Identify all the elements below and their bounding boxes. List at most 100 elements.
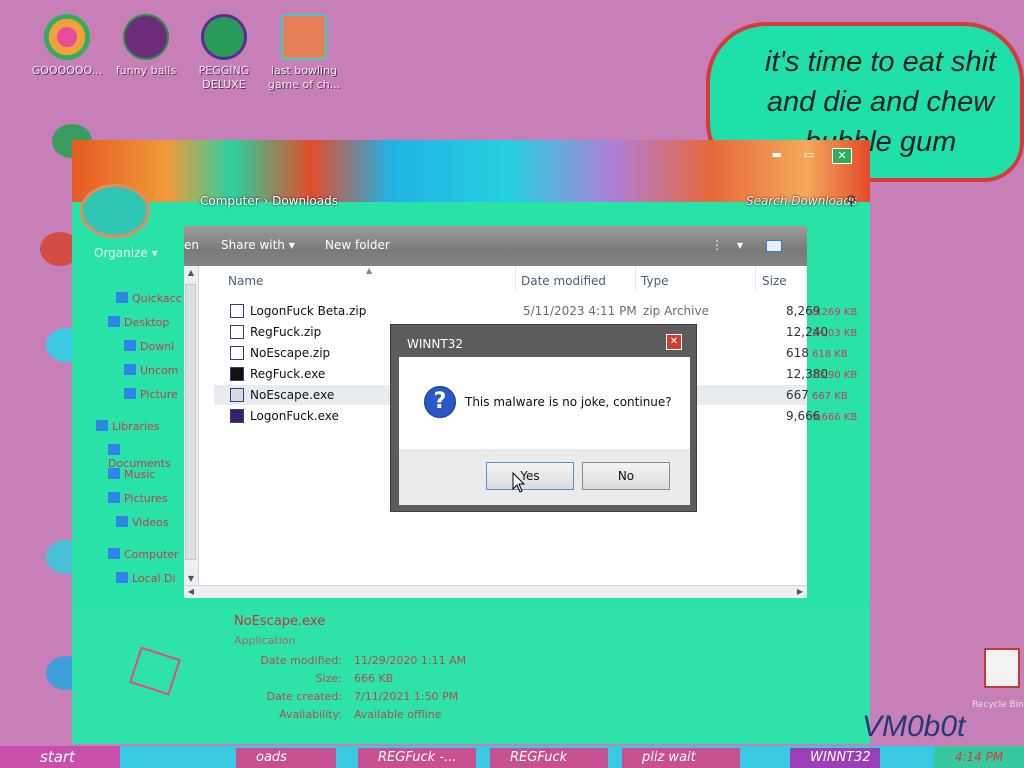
search-icon[interactable]: ⚲ — [846, 194, 856, 209]
regfuck-exe-icon — [230, 367, 244, 381]
new-folder-button[interactable]: New folder — [325, 238, 390, 252]
minimize-icon[interactable]: ▬ — [768, 148, 786, 162]
view-chevron-icon[interactable]: ▾ — [737, 238, 743, 252]
nav-item-desktop[interactable]: Desktop — [108, 316, 169, 329]
share-with-button[interactable]: Share with ▾ — [221, 238, 295, 252]
vertical-scrollbar[interactable]: ▲ ▼ — [184, 266, 199, 598]
scroll-right-icon[interactable]: ▶ — [793, 586, 807, 598]
recycle-bin-icon[interactable] — [984, 648, 1020, 688]
nav-item-label: Quickacc — [132, 292, 182, 305]
zip-file-icon — [230, 346, 244, 360]
nav-item-quickaccess[interactable]: Quickacc — [116, 292, 182, 305]
details-label: Date created: — [266, 690, 342, 703]
details-value: 11/29/2020 1:11 AM — [354, 654, 467, 667]
file-name: RegFuck.exe — [250, 367, 326, 381]
nav-item-music[interactable]: Music — [108, 468, 155, 481]
recycle-bin-label: Recycle Bin — [972, 700, 1024, 710]
nav-item-label: Desktop — [124, 316, 170, 329]
ghost-size-text: 23,90 KB — [812, 370, 858, 381]
close-icon[interactable]: ✕ — [832, 148, 852, 164]
nav-item-videos[interactable]: Videos — [116, 516, 169, 529]
ghost-size-text: 8,269 KB — [812, 307, 858, 318]
nav-item-local-disk[interactable]: Local Di — [116, 572, 176, 585]
navigation-pane: Quickacc Desktop Downl Uncom Picture Lib… — [72, 266, 184, 596]
taskbar-item-regfuck-2[interactable]: REGFuck — [490, 748, 608, 768]
dialog-message: This malware is no joke, continue? — [465, 395, 672, 409]
desktop-icon-label: GOOOOOO... — [31, 64, 103, 77]
folder-icon — [124, 388, 136, 399]
winnt32-dialog: WINNT32 ✕ ? This malware is no joke, con… — [390, 324, 697, 512]
file-row[interactable]: LogonFuck Beta.zip 5/11/2023 4:11 PM zip… — [214, 301, 820, 321]
column-header-date[interactable]: Date modified — [521, 274, 606, 288]
nav-item-downloads[interactable]: Downl — [124, 340, 174, 353]
column-header-type[interactable]: Type — [641, 274, 669, 288]
document-icon — [108, 444, 120, 455]
picture-icon — [108, 492, 120, 503]
nav-item-pictures[interactable]: Pictures — [108, 492, 168, 505]
drive-icon — [116, 572, 128, 583]
ghost-size-text: 618 KB — [812, 349, 848, 360]
taskbar-clock[interactable]: 4:14 PM — [934, 746, 1024, 768]
file-name: NoEscape.zip — [250, 346, 331, 360]
explorer-logo-icon — [80, 184, 150, 238]
details-value: Available offline — [354, 708, 442, 721]
taskbar-item-regfuck-1[interactable]: REGFuck -... — [358, 748, 476, 768]
video-icon — [116, 516, 128, 527]
dialog-body: ? This malware is no joke, continue? — [399, 357, 690, 449]
chevron-down-icon: ▾ — [288, 238, 295, 252]
column-header-name[interactable]: Name — [228, 274, 263, 288]
desktop-icon-label: funny balls — [115, 64, 177, 77]
ghost-size-text: 24,03 KB — [812, 328, 858, 339]
nav-item-label: Libraries — [112, 420, 160, 433]
scroll-down-icon[interactable]: ▼ — [184, 572, 198, 586]
no-button[interactable]: No — [582, 462, 670, 490]
taskbar-item-winnt32[interactable]: WINNT32 — [790, 748, 880, 768]
preview-pane-icon[interactable] — [766, 240, 782, 252]
download-icon — [124, 340, 136, 351]
horizontal-scrollbar[interactable]: ◀ ▶ — [184, 585, 807, 598]
taskbar-item-downloads[interactable]: oads — [236, 748, 336, 768]
yes-button[interactable]: Yes — [486, 462, 574, 490]
more-options-icon[interactable]: ⋮ — [711, 238, 723, 252]
file-size: 618 — [786, 346, 809, 360]
dialog-title: WINNT32 — [407, 337, 463, 351]
scroll-up-icon[interactable]: ▲ — [184, 266, 198, 280]
breadcrumb[interactable]: Computer › Downloads — [200, 194, 338, 208]
desktop-icon — [108, 316, 120, 327]
maximize-icon[interactable]: ▭ — [800, 148, 818, 162]
organize-button[interactable]: Organize ▾ — [94, 246, 158, 260]
file-name: RegFuck.zip — [250, 325, 322, 339]
search-input[interactable]: Search Downloads — [746, 194, 857, 208]
desktop-icon-funny-balls[interactable]: funny balls — [104, 14, 188, 78]
nav-item-label: Pictures — [124, 492, 168, 505]
file-name: NoEscape.exe — [250, 388, 335, 402]
scroll-left-icon[interactable]: ◀ — [184, 586, 198, 598]
application-thumbnail-icon — [129, 646, 181, 696]
star-icon — [116, 292, 128, 303]
file-name: LogonFuck.exe — [250, 409, 339, 423]
open-button[interactable]: en — [184, 238, 199, 252]
column-header-size[interactable]: Size — [762, 274, 787, 288]
address-bar[interactable]: Computer › Downloads Search Downloads ⚲ — [180, 190, 870, 214]
start-button[interactable]: start — [0, 746, 120, 768]
taskbar-item-pliz-wait[interactable]: pliz wait — [622, 748, 740, 768]
zip-file-icon — [230, 325, 244, 339]
share-with-label: Share with — [221, 238, 285, 252]
nav-item-label: Downl — [140, 340, 175, 353]
nav-item-label: Videos — [132, 516, 169, 529]
dialog-footer: Yes No — [399, 449, 690, 505]
explorer-toolbar: en Share with ▾ New folder ⋮ ▾ — [184, 226, 807, 266]
details-value: 7/11/2021 1:50 PM — [354, 690, 459, 703]
scroll-thumb[interactable] — [185, 284, 196, 560]
nav-item-uncompressed[interactable]: Uncom — [124, 364, 179, 377]
close-icon[interactable]: ✕ — [666, 334, 682, 350]
nav-item-pictures-quick[interactable]: Picture — [124, 388, 178, 401]
desktop-icon-bowling[interactable]: last bowling game of ch... — [262, 14, 346, 92]
nav-item-computer[interactable]: Computer — [108, 548, 179, 561]
desktop-icon-chrome[interactable]: GOOOOOO... — [25, 14, 109, 78]
desktop-icon-pegging-deluxe[interactable]: PEGGING DELUXE — [182, 14, 266, 92]
nav-item-libraries[interactable]: Libraries — [96, 420, 160, 433]
face-icon — [123, 14, 169, 60]
nav-item-documents[interactable]: Documents — [108, 444, 184, 470]
nav-item-label: Picture — [140, 388, 178, 401]
